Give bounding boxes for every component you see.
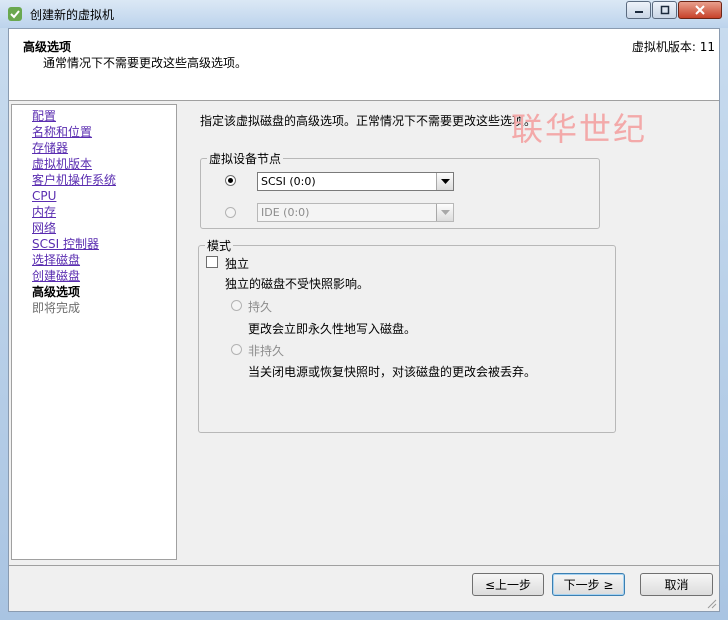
wizard-steps-nav: 配置 名称和位置 存储器 虚拟机版本 客户机操作系统 CPU 内存 网络 SCS… [11, 104, 177, 560]
nav-item-network[interactable]: 网络 [32, 220, 56, 236]
mode-legend: 模式 [207, 239, 232, 253]
nav-item-memory[interactable]: 内存 [32, 204, 56, 220]
minimize-icon [634, 11, 643, 13]
nonpersistent-label[interactable]: 非持久 [248, 342, 284, 359]
wizard-header: 高级选项 通常情况下不需要更改这些高级选项。 虚拟机版本: 11 [9, 29, 719, 101]
window-title: 创建新的虚拟机 [30, 8, 115, 22]
nonpersistent-description: 当关闭电源或恢复快照时，对该磁盘的更改会被丢弃。 [248, 365, 537, 379]
nav-item-advanced-options: 高级选项 [32, 285, 81, 299]
nav-item-select-disk[interactable]: 选择磁盘 [32, 252, 80, 268]
footer-divider [9, 565, 719, 566]
wizard-content: 指定该虚拟磁盘的高级选项。正常情况下不需要更改这些选项。 联华世纪 虚拟设备节点… [185, 104, 715, 560]
chevron-down-icon [440, 209, 450, 215]
nav-item-cpu[interactable]: CPU [32, 188, 56, 204]
back-button[interactable]: ≤上一步 [472, 573, 544, 596]
scsi-node-select[interactable]: SCSI (0:0) [257, 172, 454, 191]
vm-version-label: 虚拟机版本: 11 [631, 40, 715, 54]
scsi-node-value: SCSI (0:0) [261, 175, 316, 188]
chevron-down-icon [440, 178, 450, 184]
watermark-text: 联华世纪 [511, 110, 648, 148]
close-icon [695, 5, 705, 15]
maximize-button[interactable] [652, 1, 677, 19]
ide-radio[interactable] [225, 207, 236, 218]
nonpersistent-radio[interactable] [231, 344, 242, 355]
intro-text: 指定该虚拟磁盘的高级选项。正常情况下不需要更改这些选项。 [200, 114, 537, 128]
ide-node-select[interactable]: IDE (0:0) [257, 203, 454, 222]
wizard-client-area: 高级选项 通常情况下不需要更改这些高级选项。 虚拟机版本: 11 配置 名称和位… [8, 28, 720, 612]
minimize-button[interactable] [626, 1, 651, 19]
nav-item-guest-os[interactable]: 客户机操作系统 [32, 172, 116, 188]
next-button[interactable]: 下一步 ≥ [552, 573, 625, 596]
independent-label[interactable]: 独立 [225, 255, 249, 272]
page-subtitle: 通常情况下不需要更改这些高级选项。 [43, 56, 248, 70]
persistent-radio[interactable] [231, 300, 242, 311]
independent-checkbox[interactable] [206, 256, 218, 268]
wizard-window: 创建新的虚拟机 高级选项 通常情况下不需要更改这些高级选项。 虚拟机版本: 11… [0, 0, 728, 620]
nav-item-name-location[interactable]: 名称和位置 [32, 124, 92, 140]
ide-node-value: IDE (0:0) [261, 206, 310, 219]
caption-buttons [625, 1, 722, 19]
resize-grip-icon[interactable] [707, 599, 717, 609]
scsi-radio[interactable] [225, 175, 236, 186]
vsphere-app-icon [8, 7, 22, 21]
nav-item-scsi-controller[interactable]: SCSI 控制器 [32, 236, 99, 252]
maximize-icon [660, 5, 669, 15]
dropdown-arrow-disabled[interactable] [436, 204, 453, 221]
persistent-description: 更改会立即永久性地写入磁盘。 [248, 322, 417, 336]
device-node-legend: 虚拟设备节点 [209, 152, 282, 166]
persistent-label[interactable]: 持久 [248, 298, 272, 315]
nav-item-config[interactable]: 配置 [32, 108, 56, 124]
page-title: 高级选项 [23, 40, 72, 54]
dropdown-arrow[interactable] [436, 173, 453, 190]
close-button[interactable] [678, 1, 722, 19]
independent-description: 独立的磁盘不受快照影响。 [225, 277, 370, 291]
cancel-button[interactable]: 取消 [640, 573, 713, 596]
nav-item-create-disk[interactable]: 创建磁盘 [32, 268, 80, 284]
title-bar[interactable]: 创建新的虚拟机 [0, 0, 728, 28]
nav-item-storage[interactable]: 存储器 [32, 140, 68, 156]
nav-item-ready-to-complete: 即将完成 [32, 301, 81, 315]
nav-item-vm-version[interactable]: 虚拟机版本 [32, 156, 92, 172]
